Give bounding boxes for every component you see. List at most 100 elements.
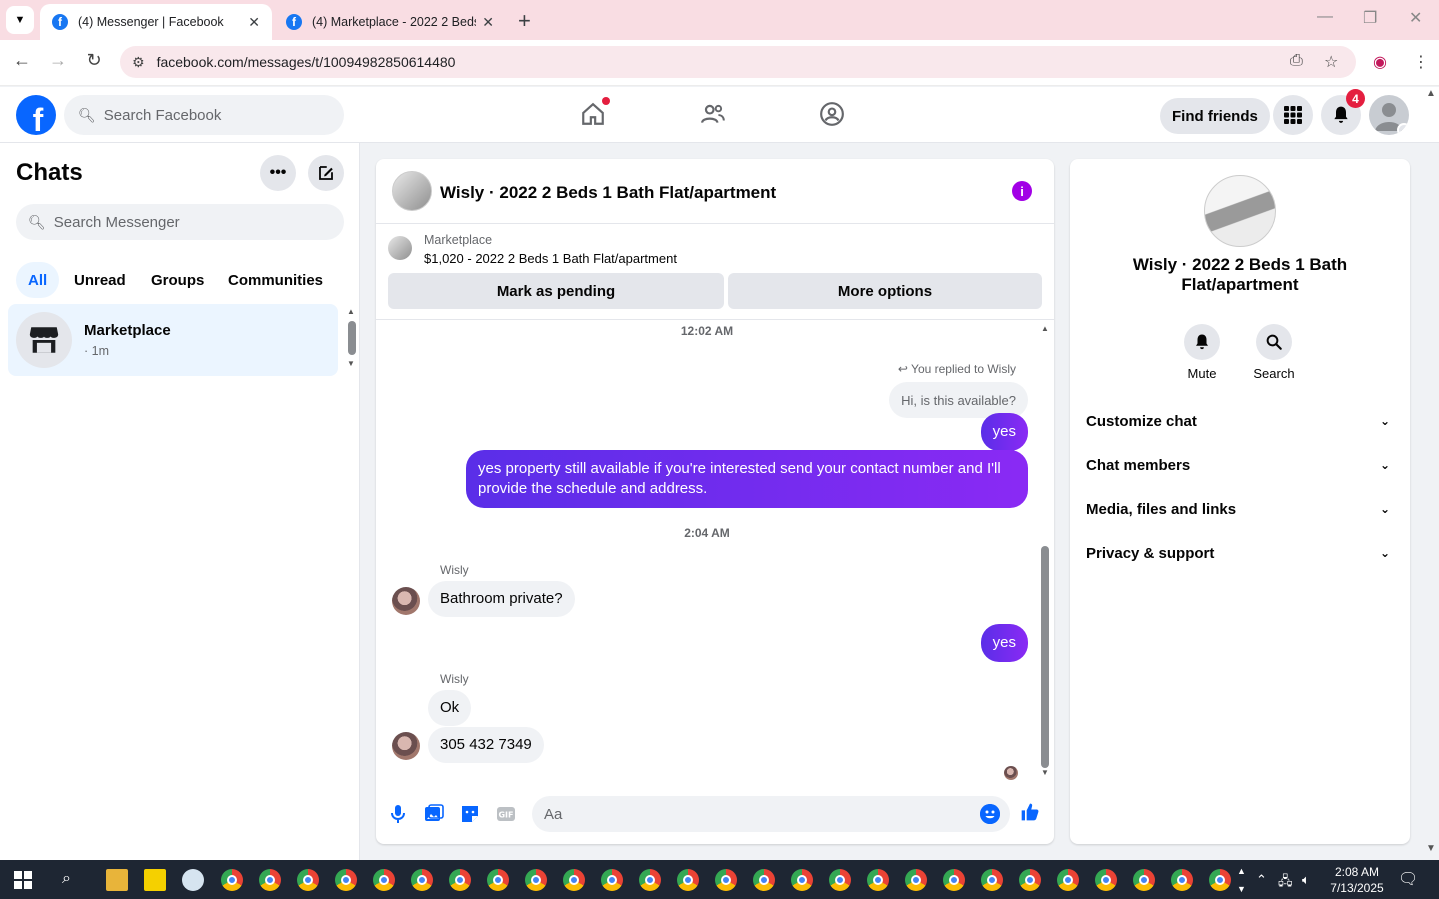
bookmark-star-icon[interactable]: ☆: [1324, 52, 1338, 72]
facebook-search-input[interactable]: 🔍︎ Search Facebook: [64, 95, 344, 135]
chrome-icon[interactable]: [753, 869, 775, 891]
paint-app-icon[interactable]: [182, 869, 204, 891]
chrome-icon[interactable]: [905, 869, 927, 891]
forward-arrow-icon[interactable]: →: [46, 50, 70, 71]
friends-icon[interactable]: [698, 99, 728, 129]
gif-icon[interactable]: GIF: [496, 804, 516, 824]
minimize-icon[interactable]: —: [1317, 8, 1333, 26]
chrome-icon[interactable]: [1019, 869, 1041, 891]
chrome-icon[interactable]: [259, 869, 281, 891]
chat-list-item[interactable]: Marketplace · 1m: [8, 304, 338, 376]
scroll-up-arrow-icon[interactable]: ▲: [1041, 324, 1049, 333]
account-chevron-down-icon[interactable]: ⌄: [1397, 123, 1409, 135]
install-app-icon[interactable]: ⎙: [1290, 52, 1303, 70]
browser-menu-icon[interactable]: ⋮: [1413, 52, 1429, 72]
filter-groups[interactable]: Groups: [139, 262, 216, 298]
conversation-info-icon[interactable]: i: [1012, 181, 1032, 201]
profile-icon[interactable]: ◉: [1373, 52, 1387, 72]
emoji-icon[interactable]: [980, 804, 1000, 824]
chrome-icon[interactable]: [1133, 869, 1155, 891]
chrome-icon[interactable]: [373, 869, 395, 891]
messenger-search-input[interactable]: 🔍︎ Search Messenger: [16, 204, 344, 240]
chrome-icon[interactable]: [867, 869, 889, 891]
new-message-compose-icon[interactable]: [308, 155, 344, 191]
close-tab-icon[interactable]: ✕: [482, 14, 494, 31]
account-avatar[interactable]: ⌄: [1369, 95, 1409, 135]
taskbar-search-icon[interactable]: ⌕: [62, 870, 71, 888]
chrome-icon[interactable]: [601, 869, 623, 891]
windows-start-icon[interactable]: [14, 871, 32, 889]
outgoing-message[interactable]: yes: [980, 624, 1028, 662]
chrome-icon[interactable]: [981, 869, 1003, 891]
sticky-notes-icon[interactable]: [144, 869, 166, 891]
photo-icon[interactable]: [424, 804, 444, 824]
taskbar-overflow-arrows-icon[interactable]: ▲ ▼: [1237, 862, 1246, 898]
scroll-up-arrow-icon[interactable]: ▲: [347, 307, 355, 316]
back-arrow-icon[interactable]: ←: [10, 50, 34, 71]
chrome-icon[interactable]: [1209, 869, 1231, 891]
chrome-icon[interactable]: [829, 869, 851, 891]
incoming-message[interactable]: Ok: [428, 690, 472, 726]
volume-icon[interactable]: 🔈︎: [1302, 872, 1310, 888]
reload-icon[interactable]: ↻: [82, 50, 106, 71]
menu-grid-icon[interactable]: [1273, 95, 1313, 135]
taskbar-clock[interactable]: 2:08 AM 7/13/2025: [1322, 864, 1392, 896]
conversation-avatar[interactable]: [392, 171, 432, 211]
show-hidden-icons-chevron-icon[interactable]: ⌃: [1256, 872, 1267, 888]
chrome-icon[interactable]: [715, 869, 737, 891]
chrome-icon[interactable]: [411, 869, 433, 891]
page-scroll-down-arrow-icon[interactable]: ▼: [1426, 843, 1436, 854]
bell-icon[interactable]: [1184, 324, 1220, 360]
search-action[interactable]: Search: [1244, 324, 1304, 381]
site-info-icon[interactable]: ⚙: [132, 54, 145, 71]
filter-communities[interactable]: Communities: [216, 262, 335, 298]
chrome-icon[interactable]: [791, 869, 813, 891]
browser-tab-messenger[interactable]: f (4) Messenger | Facebook ✕: [40, 4, 272, 40]
chrome-icon[interactable]: [449, 869, 471, 891]
incoming-message[interactable]: 305 432 7349: [428, 727, 544, 763]
notifications-bell-icon[interactable]: 4: [1321, 89, 1365, 135]
chat-options-ellipsis-icon[interactable]: •••: [260, 155, 296, 191]
filter-all[interactable]: All: [16, 262, 60, 298]
page-scroll-up-arrow-icon[interactable]: ▲: [1426, 88, 1436, 99]
scroll-down-arrow-icon[interactable]: ▼: [347, 359, 355, 368]
chrome-icon[interactable]: [297, 869, 319, 891]
details-avatar[interactable]: [1204, 175, 1276, 247]
mark-as-pending-button[interactable]: Mark as pending: [388, 273, 724, 309]
scrollbar-thumb[interactable]: [348, 321, 356, 355]
outgoing-message[interactable]: yes property still available if you're i…: [466, 450, 1028, 508]
facebook-logo-icon[interactable]: f: [16, 95, 56, 135]
customize-chat-section[interactable]: Customize chat ⌄: [1086, 399, 1394, 443]
chrome-icon[interactable]: [335, 869, 357, 891]
more-options-button[interactable]: More options: [728, 273, 1042, 309]
chrome-icon[interactable]: [639, 869, 661, 891]
incoming-message[interactable]: Bathroom private?: [428, 581, 575, 617]
listing-price-title[interactable]: $1,020 - 2022 2 Beds 1 Bath Flat/apartme…: [424, 251, 677, 266]
chrome-icon[interactable]: [1171, 869, 1193, 891]
tab-search-chevron-icon[interactable]: ▼: [6, 6, 34, 34]
scrollbar-thumb[interactable]: [1041, 546, 1049, 768]
sender-avatar[interactable]: [392, 732, 420, 760]
chrome-icon[interactable]: [525, 869, 547, 891]
sticker-icon[interactable]: [460, 804, 480, 824]
media-files-links-section[interactable]: Media, files and links ⌄: [1086, 487, 1394, 531]
mute-action[interactable]: Mute: [1172, 324, 1232, 381]
find-friends-button[interactable]: Find friends: [1160, 98, 1270, 134]
filter-unread[interactable]: Unread: [62, 262, 138, 298]
chrome-icon[interactable]: [943, 869, 965, 891]
sender-avatar[interactable]: [392, 587, 420, 615]
listing-thumbnail[interactable]: [388, 236, 412, 260]
chrome-icon[interactable]: [1095, 869, 1117, 891]
chrome-icon[interactable]: [677, 869, 699, 891]
chrome-icon[interactable]: [487, 869, 509, 891]
file-explorer-icon[interactable]: [106, 869, 128, 891]
home-icon[interactable]: [578, 97, 610, 129]
privacy-support-section[interactable]: Privacy & support ⌄: [1086, 531, 1394, 575]
browser-tab-marketplace[interactable]: f (4) Marketplace - 2022 2 Beds 1 ✕: [274, 4, 506, 40]
close-tab-icon[interactable]: ✕: [248, 14, 260, 31]
scroll-down-arrow-icon[interactable]: ▼: [1041, 768, 1049, 777]
network-icon[interactable]: 🖧︎: [1278, 872, 1293, 894]
thumbs-up-like-icon[interactable]: [1020, 802, 1040, 822]
chrome-icon[interactable]: [563, 869, 585, 891]
message-input[interactable]: Aa: [532, 796, 1010, 832]
